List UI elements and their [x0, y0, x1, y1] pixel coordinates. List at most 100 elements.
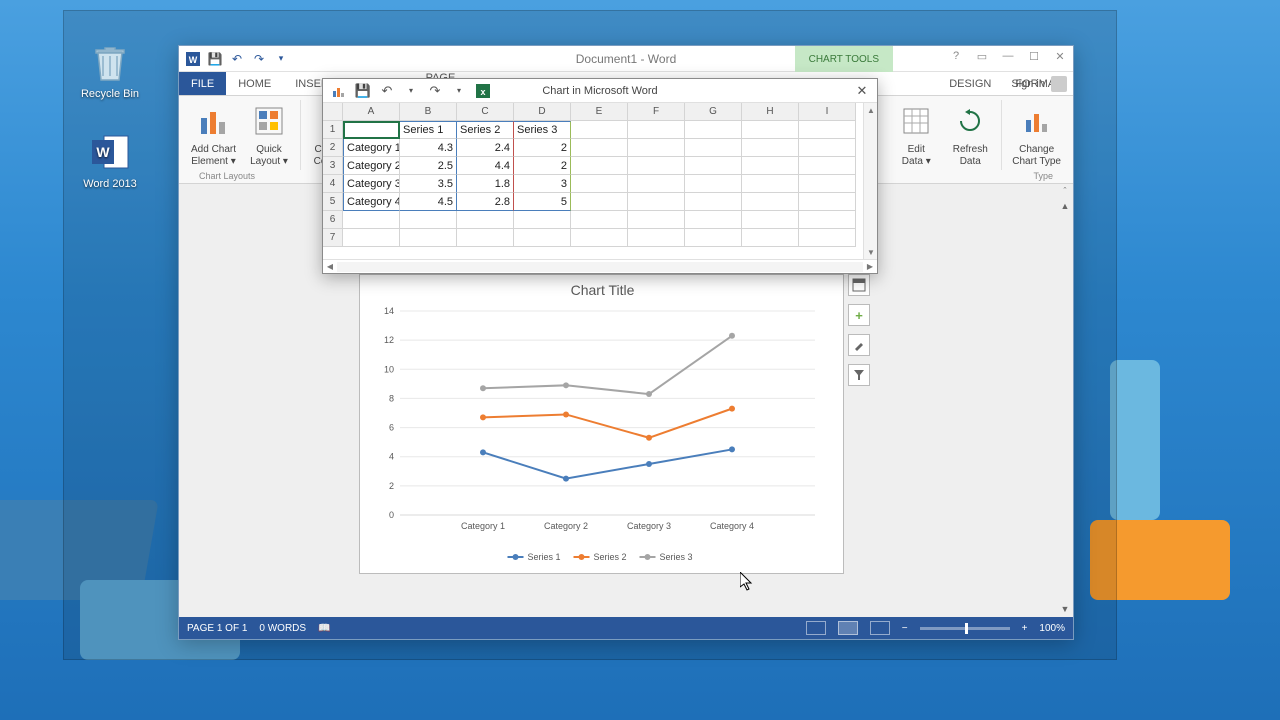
- grid-cell[interactable]: [628, 211, 685, 229]
- chart-filter-funnel-icon[interactable]: [848, 364, 870, 386]
- scroll-right-icon[interactable]: ▶: [863, 260, 877, 274]
- grid-cell[interactable]: [799, 175, 856, 193]
- grid-cell[interactable]: 5: [514, 193, 571, 211]
- chart-styles-brush-icon[interactable]: [848, 334, 870, 356]
- grid-cell[interactable]: [685, 229, 742, 247]
- page-indicator[interactable]: PAGE 1 OF 1: [187, 623, 247, 634]
- web-layout-view-icon[interactable]: [870, 621, 890, 635]
- proofing-icon[interactable]: 📖: [318, 623, 330, 634]
- grid-cell[interactable]: 2.4: [457, 139, 514, 157]
- grid-cell[interactable]: 1.8: [457, 175, 514, 193]
- grid-cell[interactable]: [685, 211, 742, 229]
- zoom-level[interactable]: 100%: [1039, 623, 1065, 634]
- grid-cell[interactable]: Category 4: [343, 193, 400, 211]
- quick-layout-button[interactable]: Quick Layout ▾: [242, 100, 296, 179]
- qat-customize-icon[interactable]: ▾: [273, 51, 289, 67]
- chart-series-line[interactable]: [483, 409, 732, 438]
- grid-cell[interactable]: [343, 211, 400, 229]
- row-header[interactable]: 7: [323, 229, 343, 247]
- help-button[interactable]: ?: [943, 46, 969, 66]
- refresh-data-button[interactable]: Refresh Data: [943, 100, 997, 179]
- legend-entry[interactable]: Series 2: [594, 552, 627, 562]
- grid-cell[interactable]: [685, 139, 742, 157]
- zoom-in-button[interactable]: +: [1022, 623, 1028, 634]
- grid-cell[interactable]: [400, 229, 457, 247]
- chart-data-point[interactable]: [480, 385, 486, 391]
- grid-cell[interactable]: 3: [514, 175, 571, 193]
- desktop-icon-word2013[interactable]: W Word 2013: [75, 130, 145, 190]
- grid-cell[interactable]: 4.5: [400, 193, 457, 211]
- chart-data-point[interactable]: [480, 449, 486, 455]
- data-window-titlebar[interactable]: 💾 ↶ ▾ ↷ ▾ x Chart in Microsoft Word ✕: [323, 79, 877, 103]
- grid-cell[interactable]: [571, 229, 628, 247]
- grid-cell[interactable]: 2.8: [457, 193, 514, 211]
- ribbon-display-button[interactable]: ▭: [969, 46, 995, 66]
- grid-cell[interactable]: [400, 211, 457, 229]
- chart-data-point[interactable]: [646, 461, 652, 467]
- grid-cell[interactable]: Series 1: [400, 121, 457, 139]
- chart-data-point[interactable]: [729, 406, 735, 412]
- grid-cell[interactable]: [514, 211, 571, 229]
- minimize-button[interactable]: —: [995, 46, 1021, 66]
- grid-cell[interactable]: [685, 193, 742, 211]
- grid-cell[interactable]: [742, 193, 799, 211]
- save-icon[interactable]: 💾: [355, 83, 371, 99]
- change-chart-type-button[interactable]: Change Chart Type: [1006, 100, 1067, 179]
- read-mode-view-icon[interactable]: [806, 621, 826, 635]
- word-count[interactable]: 0 WORDS: [259, 623, 306, 634]
- grid-cell[interactable]: [628, 121, 685, 139]
- grid-cell[interactable]: [799, 193, 856, 211]
- zoom-slider[interactable]: [920, 627, 1010, 630]
- column-header[interactable]: G: [685, 103, 742, 121]
- undo-icon[interactable]: ↶: [379, 83, 395, 99]
- undo-dropdown-icon[interactable]: ▾: [403, 83, 419, 99]
- grid-cell[interactable]: [571, 121, 628, 139]
- grid-cell[interactable]: 3.5: [400, 175, 457, 193]
- scroll-down-icon[interactable]: ▼: [1057, 601, 1073, 617]
- grid-cell[interactable]: 2: [514, 139, 571, 157]
- grid-cell[interactable]: Category 1: [343, 139, 400, 157]
- grid-cell[interactable]: [514, 229, 571, 247]
- chart-data-point[interactable]: [729, 333, 735, 339]
- grid-cell[interactable]: [742, 121, 799, 139]
- scroll-up-icon[interactable]: ▲: [1057, 198, 1073, 214]
- chart-elements-plus-icon[interactable]: +: [848, 304, 870, 326]
- grid-cell[interactable]: [628, 157, 685, 175]
- grid-cell[interactable]: [571, 193, 628, 211]
- edit-in-excel-icon[interactable]: x: [475, 83, 491, 99]
- chart-data-point[interactable]: [729, 446, 735, 452]
- grid-cell[interactable]: 2.5: [400, 157, 457, 175]
- column-header[interactable]: H: [742, 103, 799, 121]
- column-header[interactable]: A: [343, 103, 400, 121]
- grid-cell[interactable]: [457, 229, 514, 247]
- chart-title[interactable]: Chart Title: [571, 282, 635, 298]
- collapse-ribbon-icon[interactable]: ˆ: [1057, 184, 1073, 198]
- grid-cell[interactable]: Category 3: [343, 175, 400, 193]
- chart-layout-options-icon[interactable]: [848, 274, 870, 296]
- grid-cell[interactable]: [571, 139, 628, 157]
- grid-cell[interactable]: [742, 211, 799, 229]
- scroll-left-icon[interactable]: ◀: [323, 260, 337, 274]
- column-header[interactable]: B: [400, 103, 457, 121]
- redo-icon[interactable]: ↷: [251, 51, 267, 67]
- spreadsheet-grid[interactable]: ABCDEFGHI1Series 1Series 2Series 32Categ…: [323, 103, 877, 247]
- save-icon[interactable]: 💾: [207, 51, 223, 67]
- grid-cell[interactable]: [742, 175, 799, 193]
- grid-cell[interactable]: [742, 157, 799, 175]
- grid-cell[interactable]: Series 3: [514, 121, 571, 139]
- row-header[interactable]: 5: [323, 193, 343, 211]
- grid-cell[interactable]: [628, 229, 685, 247]
- scroll-up-icon[interactable]: ▲: [864, 103, 878, 117]
- grid-cell[interactable]: 2: [514, 157, 571, 175]
- undo-icon[interactable]: ↶: [229, 51, 245, 67]
- chart-object[interactable]: Chart Title02468101214Category 1Category…: [359, 274, 844, 574]
- chart-data-point[interactable]: [563, 476, 569, 482]
- grid-cell[interactable]: [685, 175, 742, 193]
- chart-data-point[interactable]: [646, 435, 652, 441]
- grid-cell[interactable]: [571, 211, 628, 229]
- column-header[interactable]: E: [571, 103, 628, 121]
- redo-dropdown-icon[interactable]: ▾: [451, 83, 467, 99]
- grid-cell[interactable]: [742, 229, 799, 247]
- grid-cell[interactable]: [343, 121, 400, 139]
- redo-icon[interactable]: ↷: [427, 83, 443, 99]
